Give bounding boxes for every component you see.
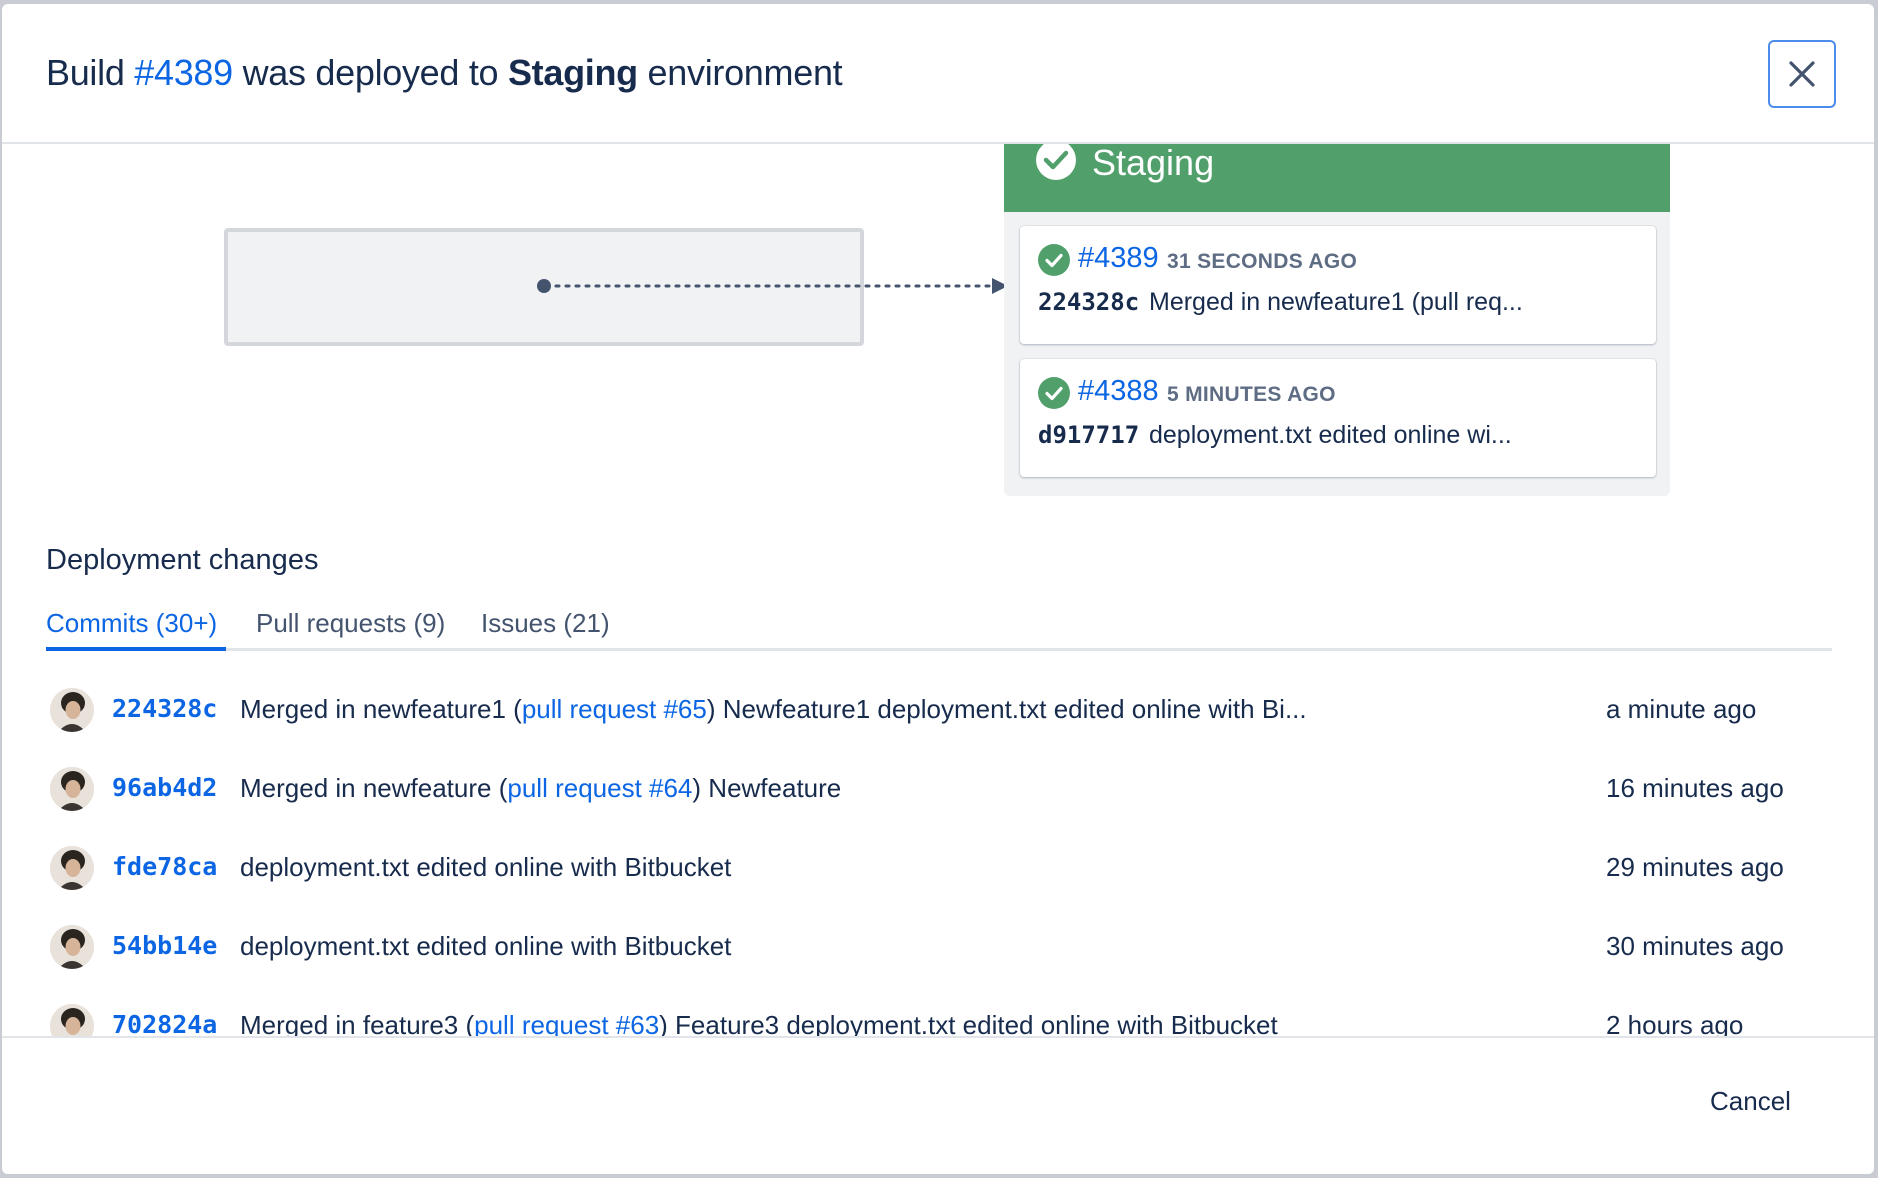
commit-row: fde78ca deployment.txt edited online wit…	[46, 846, 1832, 916]
changes-tabs: Commits (30+) Pull requests (9) Issues (…	[46, 608, 1832, 654]
user-avatar	[50, 767, 94, 811]
deployment-time: 5 MINUTES AGO	[1167, 383, 1336, 406]
commit-row: 702824a Merged in feature3 (pull request…	[46, 1004, 1832, 1036]
user-avatar	[50, 925, 94, 969]
deployment-changes-heading: Deployment changes	[46, 544, 319, 576]
check-circle-icon	[1036, 144, 1076, 180]
close-icon	[1789, 61, 1815, 87]
commit-row: 54bb14e deployment.txt edited online wit…	[46, 925, 1832, 995]
dialog-body[interactable]: Staging #4389 31 SECONDS AGO 224328c Mer…	[2, 144, 1874, 1036]
environment-panel: Staging #4389 31 SECONDS AGO 224328c Mer…	[1004, 144, 1670, 496]
title-environment: Staging	[507, 52, 638, 93]
close-button[interactable]	[1768, 40, 1836, 108]
commit-message-text: Merged in newfeature1 (	[240, 694, 522, 724]
commit-message: Merged in newfeature1 (pull request #65)…	[240, 694, 1307, 725]
pull-request-link[interactable]: pull request #65	[522, 694, 707, 724]
commit-message-text: deployment.txt edited online with Bitbuc…	[240, 931, 732, 961]
pull-request-link[interactable]: pull request #64	[507, 773, 692, 803]
user-avatar	[50, 688, 94, 732]
deployment-connector-arrow	[537, 278, 1008, 294]
title-prefix: Build	[46, 52, 135, 93]
tab-issues[interactable]: Issues (21)	[481, 608, 610, 639]
environment-name: Staging	[1092, 144, 1215, 183]
commit-hash-link[interactable]: fde78ca	[112, 852, 217, 881]
title-suffix: environment	[637, 52, 843, 93]
commit-message-text: ) Newfeature	[692, 773, 842, 803]
title-build-link[interactable]: #4389	[134, 52, 233, 93]
deployment-card[interactable]: #4389 31 SECONDS AGO 224328c Merged in n…	[1020, 226, 1656, 344]
dialog-header: Build #4389 was deployed to Staging envi…	[2, 4, 1874, 144]
deployment-commit-message: deployment.txt edited online wi...	[1149, 421, 1512, 449]
commit-message-text: Merged in feature3 (	[240, 1010, 475, 1036]
commit-message: Merged in newfeature (pull request #64) …	[240, 773, 841, 804]
cancel-button[interactable]: Cancel	[1710, 1086, 1791, 1117]
commit-hash-link[interactable]: 702824a	[112, 1010, 217, 1036]
tab-commits[interactable]: Commits (30+)	[46, 608, 217, 639]
environment-header: Staging	[1004, 144, 1670, 212]
commit-message-text: ) Feature3 deployment.txt edited online …	[659, 1010, 1278, 1036]
commit-hash-link[interactable]: 224328c	[112, 694, 217, 723]
deployment-time: 31 SECONDS AGO	[1167, 250, 1358, 273]
commit-time: a minute ago	[1606, 694, 1757, 724]
commit-time: 30 minutes ago	[1606, 931, 1784, 961]
check-circle-icon	[1038, 244, 1070, 276]
deployment-build-link[interactable]: #4389	[1078, 242, 1159, 275]
deployment-dialog: Build #4389 was deployed to Staging envi…	[2, 4, 1874, 1174]
commit-row: 224328c Merged in newfeature1 (pull requ…	[46, 688, 1832, 758]
commit-time: 2 hours ago	[1606, 1010, 1744, 1036]
dialog-footer: Cancel	[2, 1036, 1874, 1174]
deployment-build-link[interactable]: #4388	[1078, 375, 1159, 408]
commit-hash-link[interactable]: 96ab4d2	[112, 773, 217, 802]
commit-message: deployment.txt edited online with Bitbuc…	[240, 931, 731, 962]
tabs-divider	[46, 648, 1832, 651]
user-avatar	[50, 1004, 94, 1036]
commit-message-text: deployment.txt edited online with Bitbuc…	[240, 852, 732, 882]
commit-time: 16 minutes ago	[1606, 773, 1784, 803]
commit-message: deployment.txt edited online with Bitbuc…	[240, 852, 731, 883]
commit-hash-link[interactable]: 54bb14e	[112, 931, 217, 960]
tab-pull-requests[interactable]: Pull requests (9)	[256, 608, 445, 639]
user-avatar	[50, 846, 94, 890]
dialog-title: Build #4389 was deployed to Staging envi…	[46, 52, 843, 94]
deployment-commit-hash: 224328c	[1038, 288, 1140, 316]
commit-message: Merged in feature3 (pull request #63) Fe…	[240, 1010, 1278, 1036]
check-circle-icon	[1038, 377, 1070, 409]
deployment-card[interactable]: #4388 5 MINUTES AGO d917717 deployment.t…	[1020, 359, 1656, 477]
deployment-commit-hash: d917717	[1038, 421, 1140, 449]
commit-row: 96ab4d2 Merged in newfeature (pull reque…	[46, 767, 1832, 837]
commit-message-text: Merged in newfeature (	[240, 773, 508, 803]
commit-message-text: ) Newfeature1 deployment.txt edited onli…	[706, 694, 1307, 724]
title-middle: was deployed to	[232, 52, 508, 93]
deployment-commit-message: Merged in newfeature1 (pull req...	[1149, 288, 1523, 316]
commit-time: 29 minutes ago	[1606, 852, 1784, 882]
active-tab-indicator	[46, 647, 226, 651]
pull-request-link[interactable]: pull request #63	[474, 1010, 659, 1036]
